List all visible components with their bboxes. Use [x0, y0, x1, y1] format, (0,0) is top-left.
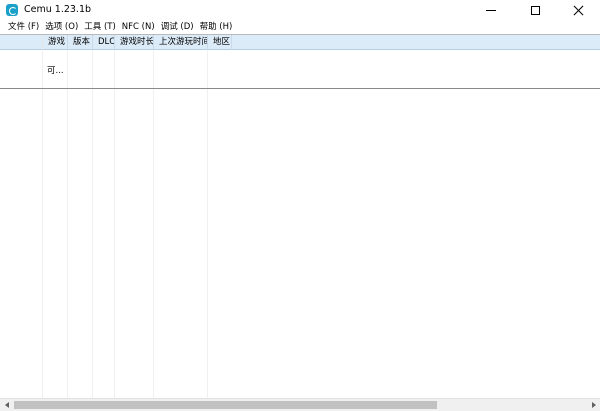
column-header-game[interactable]: 游戏	[43, 35, 68, 50]
game-name-cell: 可...	[47, 66, 64, 76]
window-title: Cemu 1.23.1b	[24, 4, 92, 15]
column-header-icon[interactable]	[0, 35, 43, 50]
column-header-dlc[interactable]: DLC	[93, 35, 115, 50]
minimize-icon	[486, 9, 496, 11]
scroll-left-button[interactable]	[0, 399, 13, 411]
table-row[interactable]: 可...	[0, 51, 600, 89]
close-button[interactable]	[556, 0, 600, 20]
menu-debug[interactable]: 调试 (D)	[158, 21, 197, 33]
scrollbar-thumb[interactable]	[14, 401, 437, 409]
column-divider	[67, 50, 68, 399]
menu-nfc[interactable]: NFC (N)	[119, 21, 158, 33]
column-divider	[207, 50, 208, 399]
scroll-right-button[interactable]	[587, 399, 600, 411]
column-header-region[interactable]: 地区	[208, 35, 232, 50]
horizontal-scrollbar[interactable]	[0, 398, 600, 411]
column-header-last-played[interactable]: 上次游玩时间	[154, 35, 208, 50]
arrow-right-icon	[591, 402, 596, 408]
column-divider	[42, 50, 43, 399]
cemu-logo-icon	[6, 4, 18, 16]
menu-bar: 文件 (F) 选项 (O) 工具 (T) NFC (N) 调试 (D) 帮助 (…	[0, 20, 600, 34]
game-list-header: 游戏 版本 DLC 游戏时长 上次游玩时间 地区	[0, 35, 600, 50]
menu-tools[interactable]: 工具 (T)	[81, 21, 119, 33]
minimize-button[interactable]	[469, 0, 513, 20]
game-list[interactable]: 游戏 版本 DLC 游戏时长 上次游玩时间 地区 可...	[0, 34, 600, 399]
title-bar[interactable]: Cemu 1.23.1b	[0, 0, 600, 20]
column-divider	[114, 50, 115, 399]
menu-options[interactable]: 选项 (O)	[42, 21, 81, 33]
maximize-button[interactable]	[513, 0, 557, 20]
column-divider	[92, 50, 93, 399]
column-header-playtime[interactable]: 游戏时长	[115, 35, 154, 50]
menu-file[interactable]: 文件 (F)	[5, 21, 42, 33]
maximize-icon	[530, 5, 540, 15]
arrow-left-icon	[4, 402, 9, 408]
menu-help[interactable]: 帮助 (H)	[197, 21, 236, 33]
close-icon	[573, 5, 584, 16]
column-divider	[153, 50, 154, 399]
column-header-version[interactable]: 版本	[68, 35, 93, 50]
